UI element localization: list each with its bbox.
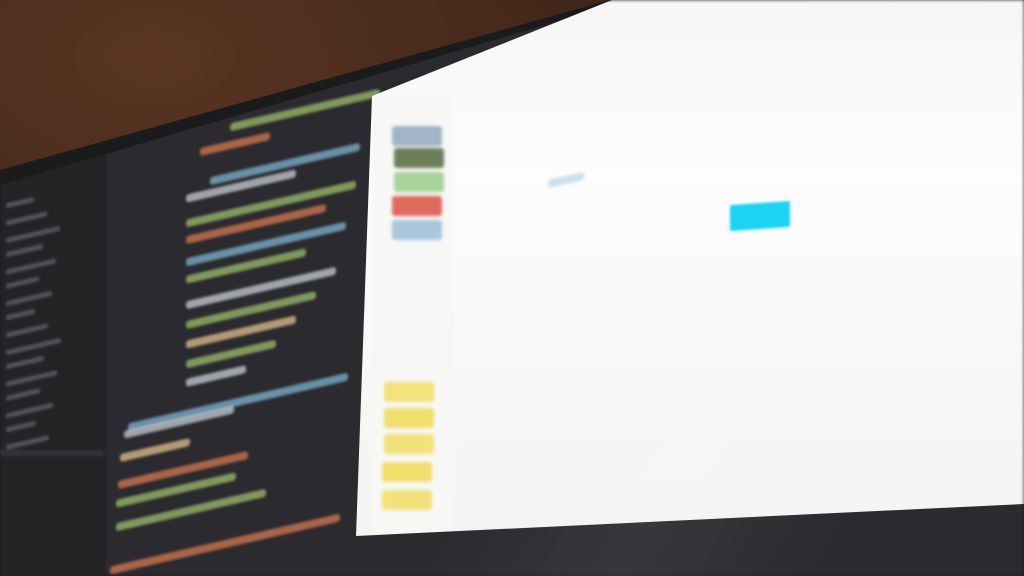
panel-divider[interactable]: [0, 450, 104, 456]
color-swatch-yellow-2[interactable]: [384, 408, 434, 428]
color-swatch-yellow-1[interactable]: [384, 382, 434, 402]
code-line: [200, 131, 270, 157]
color-swatch-sky-blue[interactable]: [392, 220, 442, 240]
color-swatch-dark-olive[interactable]: [394, 148, 444, 168]
photo-of-monitor: [0, 0, 1024, 576]
code-line: [186, 365, 246, 387]
primary-button[interactable]: [730, 200, 790, 232]
color-swatch-yellow-5[interactable]: [382, 490, 432, 510]
color-swatch-yellow-4[interactable]: [382, 462, 432, 482]
color-swatch-yellow-3[interactable]: [384, 434, 434, 454]
color-swatch-blue-grey[interactable]: [392, 126, 442, 146]
color-swatch-red[interactable]: [392, 196, 442, 216]
code-line: [120, 437, 190, 463]
color-swatch-light-green[interactable]: [394, 172, 444, 192]
